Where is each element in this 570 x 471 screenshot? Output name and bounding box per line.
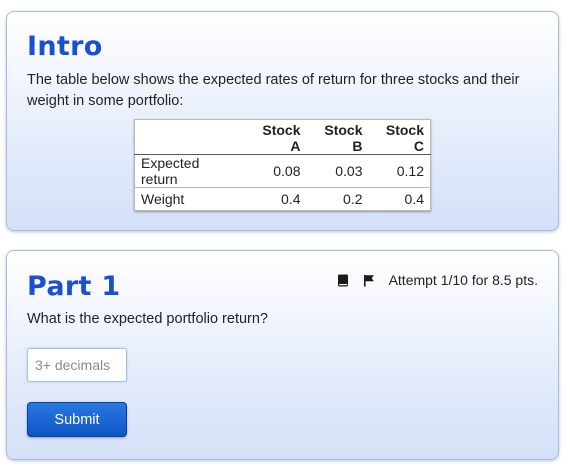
table-cell: 0.4 — [368, 187, 431, 211]
part1-title: Part 1 — [27, 271, 121, 302]
row-label: Weight — [134, 187, 245, 211]
table-cell: 0.03 — [306, 154, 369, 188]
attempt-info: Attempt 1/10 for 8.5 pts. — [388, 272, 538, 288]
submit-button[interactable]: Submit — [27, 402, 127, 437]
part1-card: Part 1 Attempt 1/10 for 8.5 pts. What is… — [6, 250, 559, 460]
column-header: Stock B — [306, 119, 369, 155]
table-cell: 0.12 — [368, 154, 431, 188]
table-corner-cell — [134, 119, 245, 155]
column-header: Stock C — [368, 119, 431, 155]
table-header-row: Stock A Stock B Stock C — [134, 119, 431, 155]
flag-icon[interactable] — [362, 273, 376, 287]
row-label: Expected return — [134, 154, 245, 188]
table-cell: 0.4 — [244, 187, 307, 211]
table-cell: 0.08 — [244, 154, 307, 188]
table-row: Expected return 0.08 0.03 0.12 — [134, 154, 431, 188]
intro-card: Intro The table below shows the expected… — [6, 11, 559, 231]
book-icon[interactable] — [336, 273, 350, 287]
stock-table: Stock A Stock B Stock C Expected return … — [134, 119, 431, 211]
intro-description: The table below shows the expected rates… — [27, 72, 520, 109]
question-text: What is the expected portfolio return? — [27, 311, 268, 327]
table-cell: 0.2 — [306, 187, 369, 211]
table-row: Weight 0.4 0.2 0.4 — [134, 187, 431, 211]
intro-title: Intro — [27, 31, 103, 62]
column-header: Stock A — [244, 119, 307, 155]
part-toolbar: Attempt 1/10 for 8.5 pts. — [336, 272, 538, 288]
answer-input[interactable] — [27, 348, 127, 382]
